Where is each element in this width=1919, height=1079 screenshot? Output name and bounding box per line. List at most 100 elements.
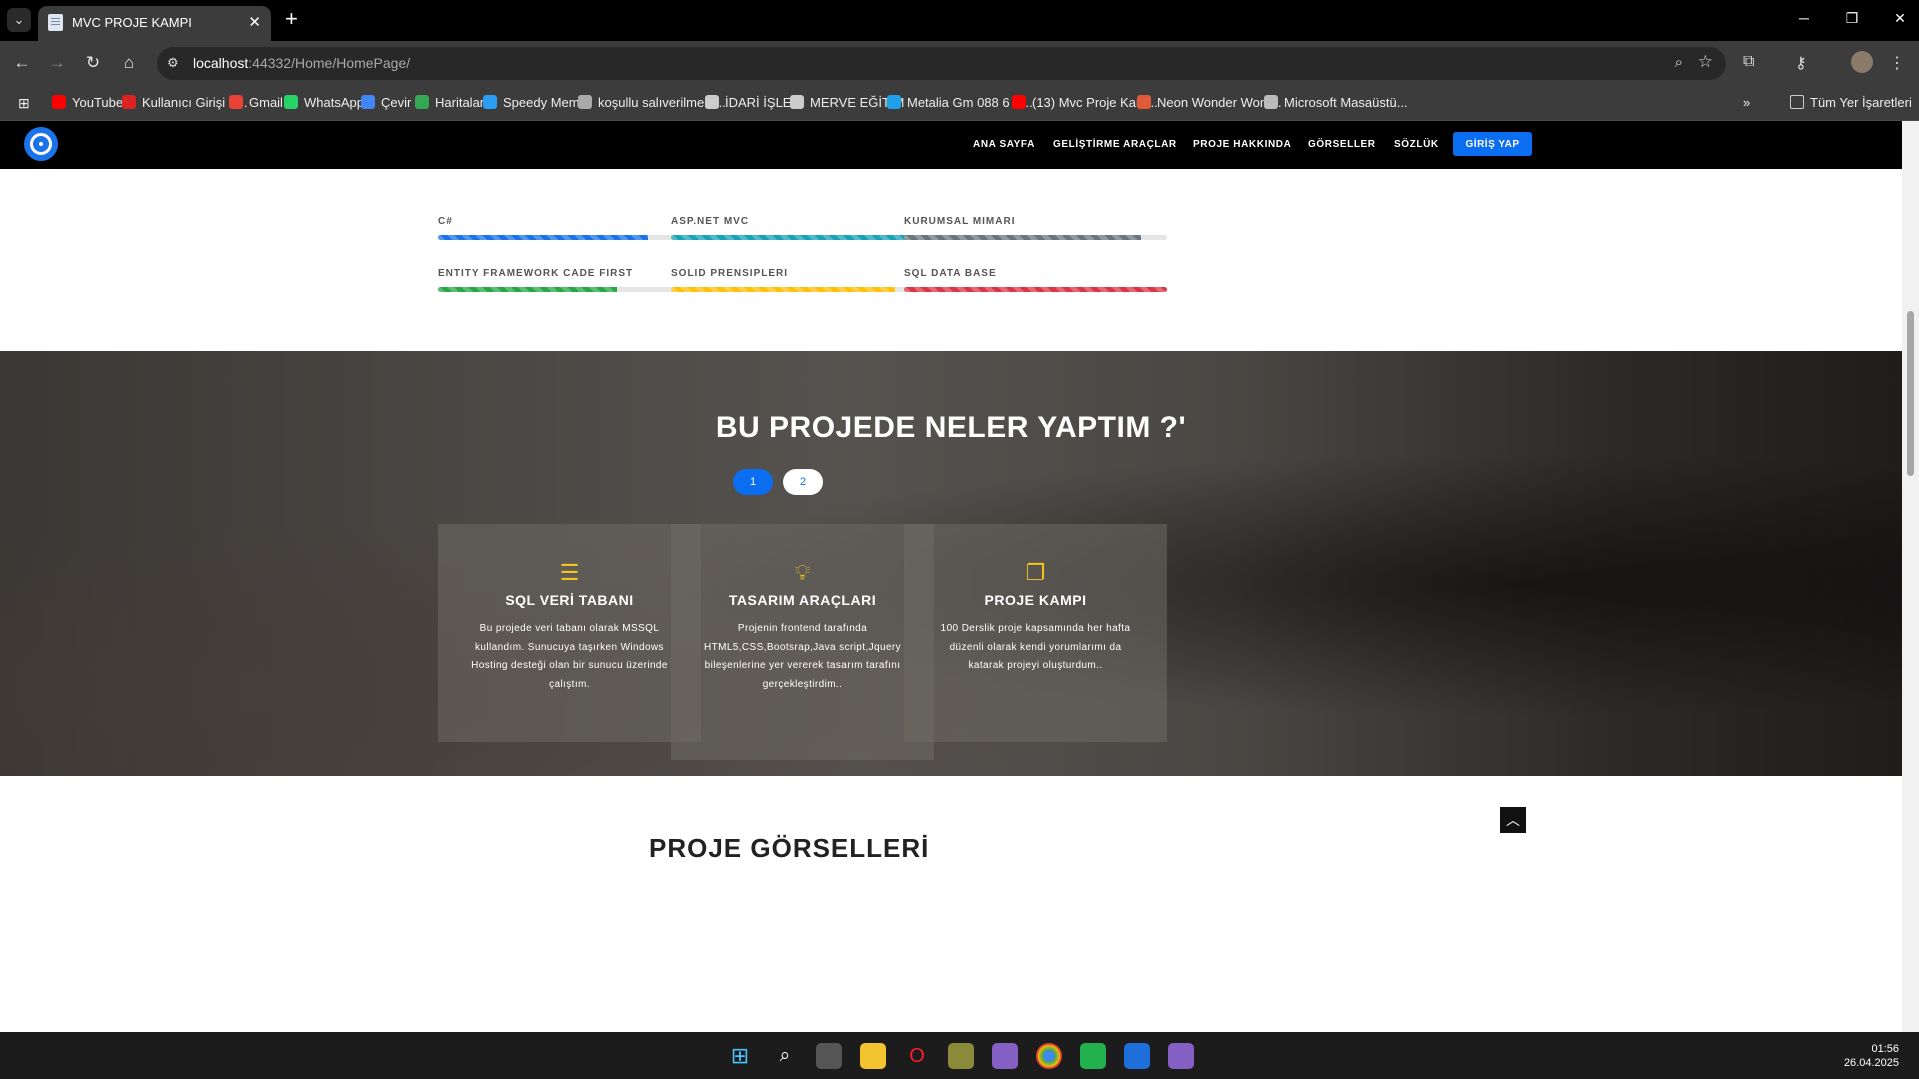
bookmark-item[interactable]: Microsoft Masaüstü... <box>1264 95 1408 110</box>
bookmark-item[interactable]: koşullu salıverilme o... <box>578 95 726 110</box>
card-text: 100 Derslik proje kapsamında her hafta d… <box>940 623 1131 671</box>
visual-studio-icon[interactable] <box>1168 1043 1194 1069</box>
app-icon[interactable] <box>1124 1043 1150 1069</box>
close-window-button[interactable]: ✕ <box>1890 10 1910 27</box>
minimize-button[interactable]: ─ <box>1794 10 1814 26</box>
card-title: SQL VERİ TABANI <box>505 592 634 608</box>
page-scrollbar[interactable] <box>1902 121 1919 1032</box>
bookmark-item[interactable]: WhatsApp <box>284 95 364 110</box>
login-button[interactable]: GİRİŞ YAP <box>1453 132 1532 156</box>
menu-icon[interactable]: ⋮ <box>1889 53 1905 73</box>
next-section-title: PROJE GÖRSELLERİ <box>649 833 930 863</box>
address-bar[interactable]: ⚙ localhost:44332/Home/HomePage/ ⌕ ☆ <box>157 47 1726 80</box>
card-text: Bu projede veri tabanı olarak MSSQL kull… <box>471 623 668 690</box>
skill-label: SQL DATA BASE <box>904 268 997 279</box>
bookmark-icon <box>361 95 375 109</box>
site-info-icon[interactable]: ⚙ <box>167 55 184 72</box>
reload-icon[interactable]: ↻ <box>81 51 105 75</box>
browser-toolbar: ← → ↻ ⌂ ⚙ localhost:44332/Home/HomePage/… <box>0 41 1919 86</box>
copy-icon: ❐ <box>1025 560 1046 585</box>
back-icon[interactable]: ← <box>10 51 34 75</box>
opera-icon[interactable]: O <box>904 1043 930 1069</box>
tab-bar: ⌄ MVC PROJE KAMPI ✕ + ─ ❐ ✕ <box>0 0 1919 41</box>
bookmark-item[interactable]: YouTube <box>52 95 123 110</box>
bookmark-item[interactable]: Speedy Memo <box>483 95 587 110</box>
bookmark-item[interactable]: Metalia Gm 088 6 K... <box>887 95 1033 110</box>
visual-studio-icon[interactable] <box>992 1043 1018 1069</box>
site-header: ANA SAYFA GELİŞTİRME ARAÇLAR PROJE HAKKI… <box>0 121 1902 169</box>
app-icon[interactable] <box>1080 1043 1106 1069</box>
nav-about-project[interactable]: PROJE HAKKINDA <box>1193 139 1291 150</box>
system-clock[interactable]: 01:56 26.04.2025 <box>1844 1042 1899 1070</box>
task-view-icon[interactable] <box>816 1043 842 1069</box>
scroll-to-top-button[interactable]: ︿ <box>1500 807 1526 833</box>
bookmark-icon <box>1012 95 1026 109</box>
bookmark-icon <box>705 95 719 109</box>
home-icon[interactable]: ⌂ <box>117 51 141 75</box>
bookmark-icon <box>578 95 592 109</box>
folder-icon <box>1790 95 1804 109</box>
nav-dev-tools[interactable]: GELİŞTİRME ARAÇLAR <box>1053 139 1177 150</box>
all-bookmarks-folder[interactable]: Tüm Yer İşaretleri <box>1790 95 1912 110</box>
bookmark-item[interactable]: Neon Wonder Wom... <box>1137 95 1282 110</box>
password-key-icon[interactable]: ⚷ <box>1795 53 1807 73</box>
bookmark-icon <box>1137 95 1151 109</box>
feature-card: 💡︎ TASARIM ARAÇLARI Projenin frontend ta… <box>671 524 934 760</box>
skill-progress-bar <box>438 235 701 240</box>
apps-grid-icon[interactable]: ⊞ <box>18 95 30 112</box>
bookmark-icon <box>483 95 497 109</box>
new-tab-button[interactable]: + <box>285 7 298 31</box>
bookmark-icon <box>790 95 804 109</box>
nav-home[interactable]: ANA SAYFA <box>973 139 1035 150</box>
bookmark-item[interactable]: Gmail <box>229 95 283 110</box>
forward-icon[interactable]: → <box>45 51 69 75</box>
skill-progress-bar <box>671 235 934 240</box>
nav-images[interactable]: GÖRSELLER <box>1308 139 1376 150</box>
file-explorer-icon[interactable] <box>860 1043 886 1069</box>
list-icon: ☰ <box>559 560 580 585</box>
page-1-button[interactable]: 1 <box>733 469 773 495</box>
bookmark-item[interactable]: (13) Mvc Proje Kam... <box>1012 95 1158 110</box>
skill-progress-fill <box>904 235 1141 240</box>
skill-progress-fill <box>671 235 921 240</box>
features-section: BU PROJEDE NELER YAPTIM ?' 1 2 ☰ SQL VER… <box>0 351 1902 776</box>
bookmark-star-icon[interactable]: ☆ <box>1698 52 1713 72</box>
zoom-icon[interactable]: ⌕ <box>1675 54 1683 71</box>
skill-progress-fill <box>438 287 617 292</box>
skill-progress-fill <box>904 287 1167 292</box>
active-tab[interactable]: MVC PROJE KAMPI ✕ <box>38 6 271 41</box>
nav-dictionary[interactable]: SÖZLÜK <box>1394 139 1439 150</box>
more-bookmarks-icon[interactable]: » <box>1743 95 1750 110</box>
skill-progress-fill <box>671 287 895 292</box>
card-title: PROJE KAMPI <box>984 592 1087 608</box>
start-icon[interactable]: ⊞ <box>727 1043 753 1069</box>
bookmark-item[interactable]: Haritalar <box>415 95 484 110</box>
page-icon <box>48 14 63 31</box>
close-tab-icon[interactable]: ✕ <box>248 13 261 31</box>
bookmark-icon <box>887 95 901 109</box>
skill-progress-bar <box>904 287 1167 292</box>
page-2-button[interactable]: 2 <box>783 469 823 495</box>
tab-title: MVC PROJE KAMPI <box>72 15 192 30</box>
profile-avatar[interactable] <box>1851 51 1873 73</box>
bookmark-item[interactable]: Çevir <box>361 95 411 110</box>
site-logo[interactable] <box>24 127 58 161</box>
scrollbar-thumb[interactable] <box>1907 311 1914 476</box>
search-icon[interactable]: ⌕ <box>772 1043 798 1069</box>
skill-progress-fill <box>438 235 649 240</box>
bookmark-icon <box>1264 95 1278 109</box>
url-text[interactable]: localhost:44332/Home/HomePage/ <box>193 55 410 71</box>
bookmark-icon <box>122 95 136 109</box>
chrome-icon[interactable] <box>1036 1043 1062 1069</box>
bookmarks-bar: ⊞ YouTube Kullanıcı Girişi - ... Gmail What… <box>0 86 1919 121</box>
section-title: BU PROJEDE NELER YAPTIM ?' <box>715 411 1187 444</box>
restore-button[interactable]: ❐ <box>1842 10 1862 27</box>
tab-search-button[interactable]: ⌄ <box>7 8 31 32</box>
app-icon[interactable] <box>948 1043 974 1069</box>
bookmark-icon <box>284 95 298 109</box>
card-title: TASARIM ARAÇLARI <box>728 592 877 608</box>
skill-progress-bar <box>671 287 934 292</box>
extensions-icon[interactable]: ⧉ <box>1743 53 1754 71</box>
bookmark-item[interactable]: İDARİ İŞLER <box>705 95 801 110</box>
logo-icon <box>30 133 52 155</box>
